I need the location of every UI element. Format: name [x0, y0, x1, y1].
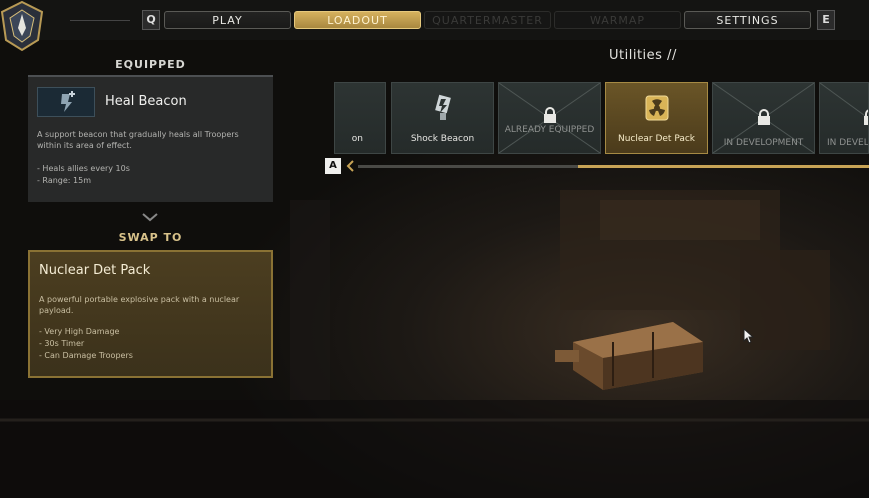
nav-divider [70, 20, 130, 21]
equipped-stat: - Heals allies every 10s [37, 164, 130, 173]
utilities-scrollbar[interactable] [358, 165, 869, 168]
tab-loadout[interactable]: LOADOUT [294, 11, 421, 29]
nuclear-det-pack-icon [645, 95, 669, 121]
utility-card-partial[interactable]: on [334, 82, 386, 154]
heal-beacon-icon [37, 87, 95, 117]
utility-card-label: on [351, 134, 363, 144]
swap-stat: - Very High Damage [39, 327, 120, 336]
lock-icon [864, 109, 868, 125]
prev-tab-key-hint[interactable]: Q [142, 10, 160, 30]
swap-item-description: A powerful portable explosive pack with … [39, 295, 240, 315]
utility-card-nuclear-det-pack[interactable]: Nuclear Det Pack [605, 82, 708, 154]
tab-quartermaster[interactable]: QUARTERMASTER [424, 11, 551, 29]
swap-to-header: SWAP TO [118, 231, 183, 244]
next-tab-key-hint[interactable]: E [817, 10, 835, 30]
shock-beacon-icon [435, 94, 451, 120]
chevron-left-icon [346, 160, 354, 172]
tab-warmap[interactable]: WARMAP [554, 11, 681, 29]
utility-card-label: ALREADY EQUIPPED [504, 125, 595, 135]
lock-icon [543, 107, 556, 123]
mouse-cursor-icon [743, 328, 755, 344]
utility-card-in-development-partial[interactable]: IN DEVEL [819, 82, 869, 154]
utility-card-label: IN DEVELOPMENT [723, 138, 804, 148]
tab-settings[interactable]: SETTINGS [684, 11, 811, 29]
chevron-down-icon [142, 213, 158, 222]
utilities-title: Utilities // [609, 48, 677, 63]
lock-icon [757, 109, 770, 125]
utility-card-shock-beacon[interactable]: Shock Beacon [391, 82, 494, 154]
scroll-key-hint[interactable]: A [325, 158, 341, 174]
equipped-header: EQUIPPED [115, 58, 186, 71]
top-navigation-bar: Q PLAY LOADOUT QUARTERMASTER WARMAP SETT… [0, 0, 869, 40]
utility-card-in-development[interactable]: IN DEVELOPMENT [712, 82, 815, 154]
nuclear-det-pack-model [555, 322, 703, 390]
equipped-item-card: Heal Beacon A support beacon that gradua… [28, 75, 273, 202]
utility-card-label: IN DEVEL [827, 138, 869, 148]
swap-stat: - Can Damage Troopers [39, 351, 133, 360]
equipped-item-name: Heal Beacon [105, 94, 187, 109]
equipped-item-description: A support beacon that gradually heals al… [37, 130, 239, 150]
utility-card-label: Nuclear Det Pack [617, 134, 696, 144]
swap-stat: - 30s Timer [39, 339, 85, 348]
scrollbar-thumb[interactable] [578, 165, 869, 168]
tab-play[interactable]: PLAY [164, 11, 291, 29]
swap-item-name: Nuclear Det Pack [39, 263, 151, 278]
utility-card-label: Shock Beacon [410, 134, 475, 144]
utility-card-already-equipped[interactable]: ALREADY EQUIPPED [498, 82, 601, 154]
swap-item-card: Nuclear Det Pack A powerful portable exp… [28, 250, 273, 378]
equipped-stat: - Range: 15m [37, 176, 91, 185]
